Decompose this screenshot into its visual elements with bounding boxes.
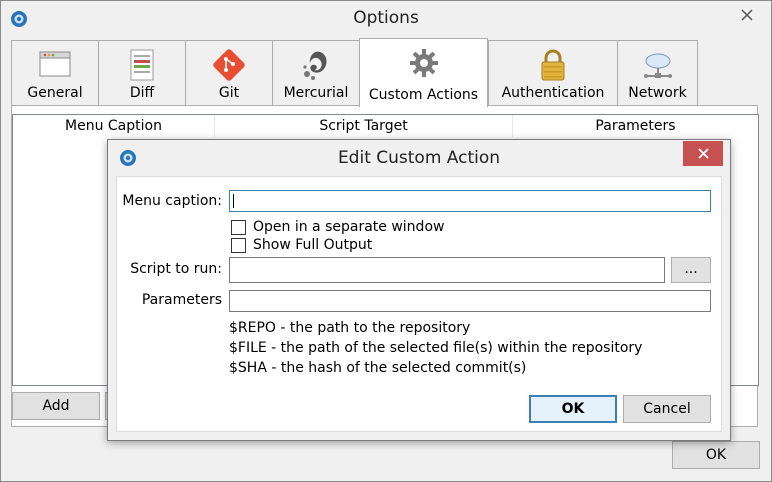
close-button[interactable] — [723, 1, 771, 29]
browse-button[interactable]: ... — [671, 257, 711, 283]
tab-label: Diff — [129, 85, 155, 101]
window-icon — [39, 51, 71, 77]
tab-custom-actions[interactable]: Custom Actions — [359, 38, 488, 107]
column-header-script-target[interactable]: Script Target — [215, 115, 513, 137]
parameters-label: Parameters — [141, 292, 222, 308]
edit-custom-action-dialog: Edit Custom Action Menu caption: Open in… — [107, 139, 731, 441]
close-icon — [741, 9, 753, 21]
tab-label: Custom Actions — [368, 87, 479, 103]
ok-button[interactable]: OK — [672, 441, 760, 469]
title-bar: Options — [1, 1, 771, 37]
column-header-menu-caption[interactable]: Menu Caption — [13, 115, 215, 137]
help-sha-text: $SHA - the hash of the selected commit(s… — [229, 360, 527, 376]
menu-caption-label: Menu caption: — [122, 193, 222, 209]
show-full-output-label: Show Full Output — [253, 237, 373, 253]
tab-label: Authentication — [501, 85, 605, 101]
script-to-run-label: Script to run: — [130, 261, 222, 277]
tab-authentication[interactable]: Authentication — [488, 40, 618, 105]
padlock-icon — [541, 49, 565, 81]
tab-general[interactable]: General — [11, 40, 99, 105]
git-icon — [213, 49, 245, 81]
tab-label: Network — [628, 85, 687, 101]
tab-network[interactable]: Network — [617, 40, 698, 105]
column-header-parameters[interactable]: Parameters — [513, 115, 758, 137]
text-caret — [233, 194, 234, 208]
dialog-cancel-button[interactable]: Cancel — [623, 395, 711, 423]
mercurial-icon — [303, 51, 327, 80]
dialog-title: Edit Custom Action — [337, 148, 501, 168]
add-button[interactable]: Add — [12, 392, 100, 420]
tab-mercurial[interactable]: Mercurial — [272, 40, 360, 105]
tab-diff[interactable]: Diff — [98, 40, 186, 105]
show-full-output-checkbox[interactable] — [231, 238, 246, 253]
tab-label: General — [27, 85, 83, 101]
help-file-text: $FILE - the path of the selected file(s)… — [229, 340, 643, 356]
open-separate-window-label: Open in a separate window — [253, 219, 445, 235]
tab-git[interactable]: Git — [185, 40, 273, 105]
close-icon — [697, 148, 709, 159]
network-cloud-icon — [643, 53, 672, 78]
parameters-input[interactable] — [229, 290, 711, 312]
open-separate-window-checkbox[interactable] — [231, 220, 246, 235]
script-to-run-input[interactable] — [229, 257, 665, 283]
dialog-ok-button[interactable]: OK — [529, 395, 617, 423]
tab-label: Mercurial — [283, 85, 349, 101]
menu-caption-input[interactable] — [229, 190, 711, 212]
help-repo-text: $REPO - the path to the repository — [229, 320, 471, 336]
diff-icon — [130, 49, 154, 81]
dialog-close-button[interactable] — [683, 141, 723, 166]
gear-icon — [409, 49, 438, 77]
window-title: Options — [353, 8, 419, 28]
tab-label: Git — [218, 85, 240, 101]
